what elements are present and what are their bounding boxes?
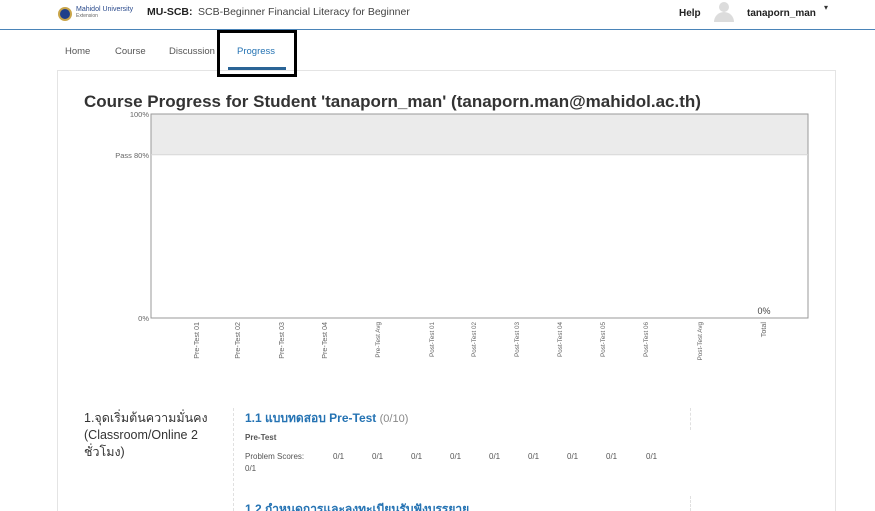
problem-score: 0/1 [528,452,540,461]
section-score: (0/10) [379,413,409,425]
logo-line1: Mahidol University [76,6,134,13]
problem-scores-label: Problem Scores: [245,452,305,461]
highlight-box [217,30,297,77]
chevron-down-icon[interactable]: ▾ [824,3,828,12]
logo-line2: Extension [76,13,98,19]
problem-score: 0/1 [646,452,658,461]
university-logo-text[interactable]: Mahidol University Extension [76,6,133,20]
tab-course[interactable]: Course [115,46,146,57]
section-title: 1.1 แบบทดสอบ Pre-Test [245,411,377,425]
tab-discussion[interactable]: Discussion [169,46,215,57]
problem-score: 0/1 [567,452,579,461]
section-divider-1 [690,408,691,430]
section-subtitle: Pre-Test [245,433,277,442]
avatar[interactable] [712,0,736,22]
problem-score: 0/1 [606,452,618,461]
problem-score: 0/1 [450,452,462,461]
avatar-body-icon [714,12,734,22]
problem-score-overflow: 0/1 [245,464,257,473]
section-link-registration[interactable]: 1.2 กำหนดการและลงทะเบียนรับฟังบรรยาย [245,500,469,511]
problem-score: 0/1 [333,452,345,461]
tab-home[interactable]: Home [65,46,90,57]
chapter-divider [233,408,234,511]
section-link-pre-test[interactable]: 1.1 แบบทดสอบ Pre-Test (0/10) [245,409,408,428]
university-logo-icon[interactable] [58,7,72,21]
top-header: Mahidol University Extension MU-SCB: SCB… [0,0,875,30]
course-name: SCB-Beginner Financial Literacy for Begi… [198,6,410,18]
avatar-head-icon [719,2,729,12]
username-menu[interactable]: tanaporn_man [747,8,816,19]
section-divider-2 [690,496,691,511]
chapter-title: 1.จุดเริ่มต้นความมั่นคง (Classroom/Onlin… [84,411,208,459]
problem-score: 0/1 [411,452,423,461]
page-title: Course Progress for Student 'tanaporn_ma… [84,92,701,111]
course-code: MU-SCB: [147,6,193,18]
problem-score: 0/1 [489,452,501,461]
help-link[interactable]: Help [679,8,701,19]
problem-score: 0/1 [372,452,384,461]
